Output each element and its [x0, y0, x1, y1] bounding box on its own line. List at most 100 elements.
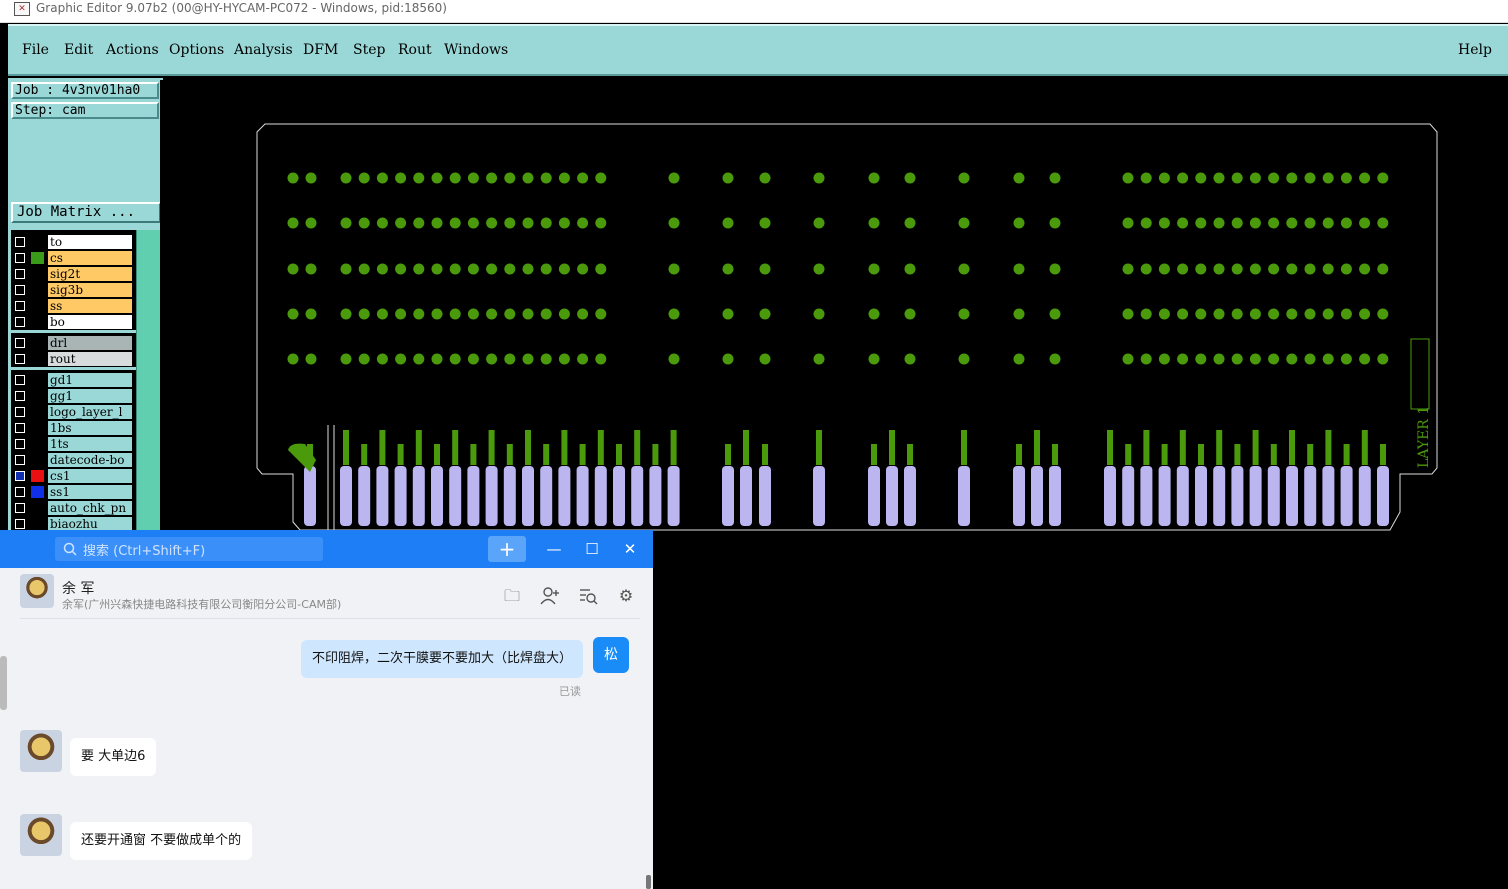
layer-color-swatch[interactable]	[31, 502, 44, 514]
menu-step[interactable]: Step	[353, 42, 385, 58]
search-input[interactable]: 搜索 (Ctrl+Shift+F)	[55, 537, 323, 561]
layer-row[interactable]: 1bs	[11, 420, 136, 436]
layer-row[interactable]: ss1	[11, 484, 136, 500]
layer-checkbox[interactable]	[15, 407, 25, 417]
layer-name[interactable]: drl	[48, 336, 132, 350]
layer-color-swatch[interactable]	[31, 268, 44, 280]
layer-color-swatch[interactable]	[31, 236, 44, 248]
layer-checkbox[interactable]	[15, 503, 25, 513]
layer-color-swatch[interactable]	[31, 486, 44, 498]
layer-name[interactable]: gd1	[48, 373, 132, 387]
layer-checkbox[interactable]	[15, 391, 25, 401]
layer-row[interactable]: ss	[11, 298, 136, 314]
folder-icon[interactable]: 🗀	[502, 586, 522, 606]
layer-name[interactable]: 1ts	[48, 437, 132, 451]
message-incoming[interactable]: 要 大单边6	[70, 738, 157, 776]
layer-row[interactable]: cs	[11, 250, 136, 266]
layer-name[interactable]: ss1	[48, 485, 132, 499]
message-incoming[interactable]: 还要开通窗 不要做成单个的	[70, 822, 253, 860]
my-avatar[interactable]: 松	[593, 637, 629, 673]
layer-name[interactable]: sig2t	[48, 267, 132, 281]
layer-checkbox[interactable]	[15, 455, 25, 465]
layer-checkbox[interactable]	[15, 285, 25, 295]
sender-avatar[interactable]	[20, 730, 62, 772]
layer-name[interactable]: logo_layer_l	[48, 405, 132, 419]
layer-name[interactable]: datecode-bo	[48, 453, 132, 467]
layer-checkbox[interactable]	[15, 253, 25, 263]
layer-color-swatch[interactable]	[31, 374, 44, 386]
layer-row[interactable]: cs1	[11, 468, 136, 484]
layer-checkbox[interactable]	[15, 519, 25, 529]
layer-color-swatch[interactable]	[31, 390, 44, 402]
add-button[interactable]: +	[488, 536, 526, 562]
layer-color-swatch[interactable]	[31, 353, 44, 365]
job-matrix-button[interactable]: Job Matrix ...	[11, 202, 161, 223]
layer-checkbox[interactable]	[15, 487, 25, 497]
layer-checkbox[interactable]	[15, 471, 25, 481]
layer-row[interactable]: biaozhu	[11, 516, 136, 530]
layer-name[interactable]: cs	[48, 251, 132, 265]
layer-row[interactable]: logo_layer_l	[11, 404, 136, 420]
layer-color-swatch[interactable]	[31, 337, 44, 349]
layer-name[interactable]: bo	[48, 315, 132, 329]
layer-row[interactable]: drl	[11, 335, 136, 351]
layer-checkbox[interactable]	[15, 338, 25, 348]
layer-row[interactable]: rout	[11, 351, 136, 367]
message-outgoing[interactable]: 不印阻焊，二次干膜要不要加大（比焊盘大）	[300, 640, 583, 678]
layer-color-swatch[interactable]	[31, 438, 44, 450]
menu-rout[interactable]: Rout	[398, 42, 432, 58]
menu-options[interactable]: Options	[169, 42, 224, 58]
layer-checkbox[interactable]	[15, 317, 25, 327]
menu-edit[interactable]: Edit	[64, 42, 93, 58]
layer-color-swatch[interactable]	[31, 316, 44, 328]
layer-name[interactable]: sig3b	[48, 283, 132, 297]
contact-avatar[interactable]	[20, 574, 54, 608]
layer-color-swatch[interactable]	[31, 300, 44, 312]
layer-name[interactable]: to	[48, 235, 132, 249]
layer-row[interactable]: datecode-bo	[11, 452, 136, 468]
layer-row[interactable]: sig2t	[11, 266, 136, 282]
search-history-icon[interactable]	[578, 586, 598, 606]
layer-color-swatch[interactable]	[31, 470, 44, 482]
layer-name[interactable]: ss	[48, 299, 132, 313]
layer-checkbox[interactable]	[15, 423, 25, 433]
layer-checkbox[interactable]	[15, 269, 25, 279]
layer-row[interactable]: sig3b	[11, 282, 136, 298]
layer-row[interactable]: gg1	[11, 388, 136, 404]
menu-help[interactable]: Help	[1458, 42, 1492, 58]
layer-name[interactable]: rout	[48, 352, 132, 366]
layer-checkbox[interactable]	[15, 301, 25, 311]
layer-row[interactable]: to	[11, 234, 136, 250]
layer-name[interactable]: auto_chk_pn	[48, 501, 132, 515]
layer-color-swatch[interactable]	[31, 422, 44, 434]
gear-icon[interactable]: ⚙	[616, 586, 636, 606]
layer-color-swatch[interactable]	[31, 406, 44, 418]
layer-color-swatch[interactable]	[31, 518, 44, 530]
layer-checkbox[interactable]	[15, 354, 25, 364]
layer-row[interactable]: bo	[11, 314, 136, 330]
layer-color-swatch[interactable]	[31, 454, 44, 466]
layer-name[interactable]: cs1	[48, 469, 132, 483]
menu-windows[interactable]: Windows	[444, 42, 508, 58]
sender-avatar[interactable]	[20, 814, 62, 856]
layer-color-swatch[interactable]	[31, 252, 44, 264]
menu-analysis[interactable]: Analysis	[234, 42, 293, 58]
layer-row[interactable]: gd1	[11, 372, 136, 388]
close-icon[interactable]: ✕	[618, 538, 642, 560]
layer-list-scrollbar[interactable]	[136, 230, 162, 530]
layer-checkbox[interactable]	[15, 375, 25, 385]
layer-name[interactable]: 1bs	[48, 421, 132, 435]
chat-scrollbar[interactable]	[0, 656, 7, 710]
layer-row[interactable]: 1ts	[11, 436, 136, 452]
maximize-icon[interactable]: ☐	[580, 538, 604, 560]
menu-dfm[interactable]: DFM	[303, 42, 338, 58]
chat-scrollbar-thumb[interactable]	[646, 875, 651, 889]
layer-color-swatch[interactable]	[31, 284, 44, 296]
layer-checkbox[interactable]	[15, 237, 25, 247]
layer-name[interactable]: gg1	[48, 389, 132, 403]
layer-name[interactable]: biaozhu	[48, 517, 132, 530]
add-user-icon[interactable]	[540, 586, 560, 606]
minimize-icon[interactable]: —	[542, 538, 566, 560]
menu-actions[interactable]: Actions	[106, 42, 159, 58]
layer-row[interactable]: auto_chk_pn	[11, 500, 136, 516]
